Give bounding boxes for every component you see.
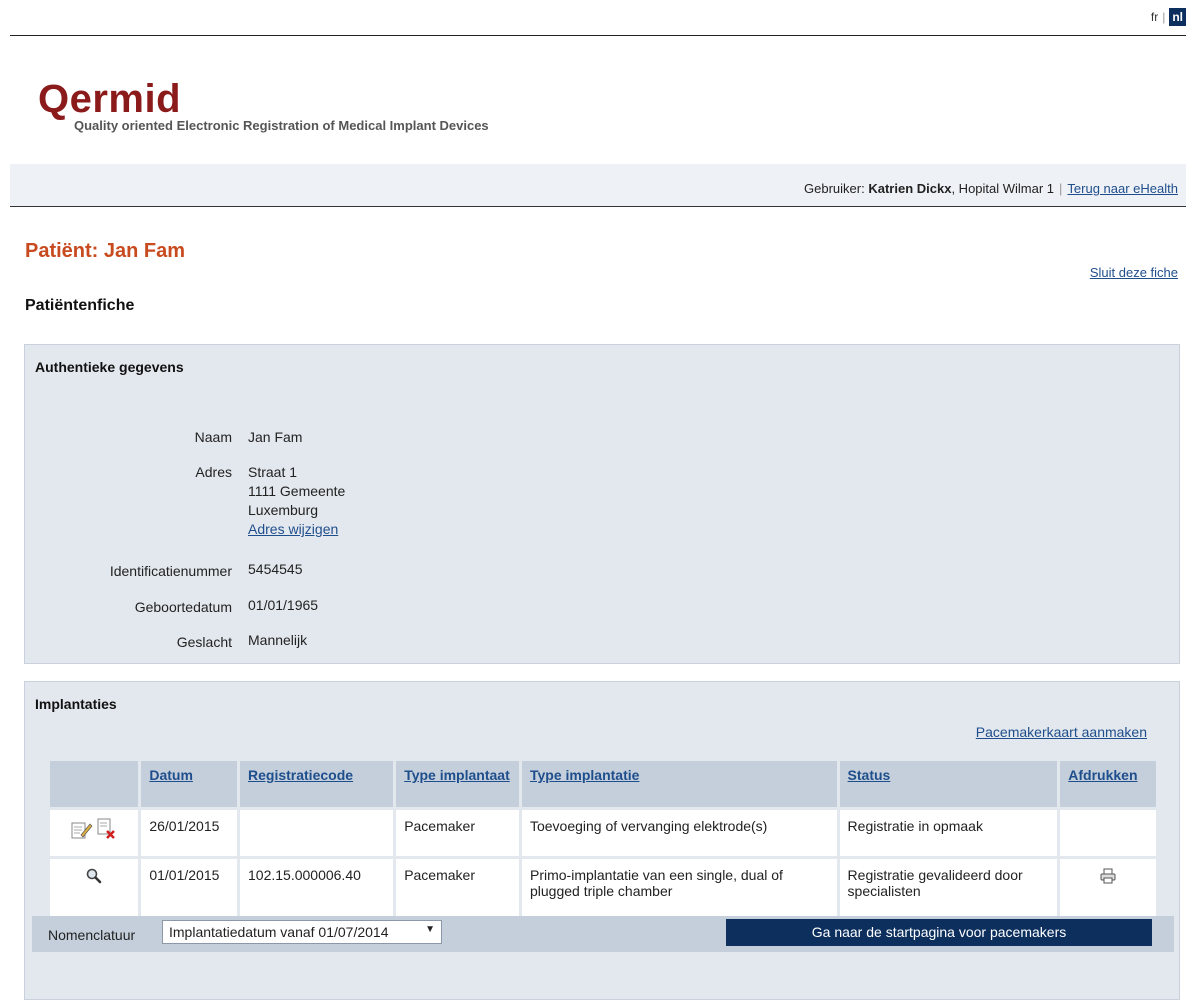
sort-code-link[interactable]: Registratiecode bbox=[248, 767, 353, 783]
afdrukken-link[interactable]: Afdrukken bbox=[1068, 767, 1137, 783]
user-info: Gebruiker: Katrien Dickx, Hopital Wilmar… bbox=[804, 181, 1178, 196]
top-divider bbox=[10, 35, 1186, 36]
fiche-title: Patiëntenfiche bbox=[25, 297, 135, 314]
adres-label: Adres bbox=[195, 464, 232, 480]
logo-title: Qermid bbox=[38, 77, 182, 121]
geboorte-value: 01/01/1965 bbox=[248, 597, 319, 613]
afdrukken-header[interactable]: Afdrukken bbox=[1060, 761, 1156, 807]
naam-value: Jan Fam bbox=[248, 429, 303, 445]
patient-title: Patiënt: Jan Fam bbox=[25, 240, 186, 262]
sort-type-implantaat-link[interactable]: Type implantaat bbox=[404, 767, 510, 783]
user-hospital: , Hopital Wilmar 1 bbox=[951, 181, 1055, 196]
user-bar: Gebruiker: Katrien Dickx, Hopital Wilmar… bbox=[10, 164, 1186, 207]
logo: Qermid Quality oriented Electronic Regis… bbox=[38, 77, 489, 133]
row-type-implantatie: Primo-implantatie van een single, dual o… bbox=[521, 859, 837, 917]
row-datum: 01/01/2015 bbox=[141, 859, 237, 917]
adres-line-2: 1111 Gemeente bbox=[248, 483, 346, 499]
id-value: 5454545 bbox=[248, 561, 303, 577]
go-to-pacemaker-start-button[interactable]: Ga naar de startpagina voor pacemakers bbox=[726, 919, 1152, 946]
authentic-data-title: Authentieke gegevens bbox=[35, 359, 184, 375]
geslacht-value: Mannelijk bbox=[248, 632, 308, 648]
row-status: Registratie gevalideerd door specialiste… bbox=[839, 859, 1058, 917]
naam-label: Naam bbox=[194, 429, 232, 445]
row-code: 102.15.000006.40 bbox=[240, 859, 394, 917]
user-name: Katrien Dickx bbox=[868, 181, 952, 196]
table-header-row: Datum Registratiecode Type implantaat Ty… bbox=[50, 761, 1156, 807]
printer-icon[interactable] bbox=[1099, 868, 1117, 888]
authentic-data-panel: Authentieke gegevens Naam Jan Fam Adres … bbox=[24, 344, 1180, 664]
delete-icon[interactable] bbox=[97, 818, 117, 843]
row-print bbox=[1060, 859, 1156, 917]
status-header[interactable]: Status bbox=[839, 761, 1058, 807]
row-type-implantaat: Pacemaker bbox=[396, 859, 519, 917]
lang-nl-link[interactable]: nl bbox=[1169, 8, 1186, 26]
userbar-separator: | bbox=[1059, 181, 1063, 196]
language-switcher: fr | nl bbox=[1151, 8, 1186, 26]
row-datum: 26/01/2015 bbox=[141, 810, 237, 856]
sort-type-implantatie-link[interactable]: Type implantatie bbox=[530, 767, 639, 783]
row-code bbox=[240, 810, 394, 856]
implantations-panel: Implantaties Pacemakerkaart aanmaken Dat… bbox=[24, 681, 1180, 1000]
row-type-implantaat: Pacemaker bbox=[396, 810, 519, 856]
row-actions bbox=[50, 810, 139, 856]
row-type-implantatie: Toevoeging of vervanging elektrode(s) bbox=[521, 810, 837, 856]
nomenclature-select-value: Implantatiedatum vanaf 01/07/2014 bbox=[169, 924, 389, 940]
implantations-table: Datum Registratiecode Type implantaat Ty… bbox=[47, 758, 1159, 920]
nomenclature-label: Nomenclatuur bbox=[48, 927, 136, 943]
back-to-ehealth-link[interactable]: Terug naar eHealth bbox=[1067, 181, 1178, 196]
adres-line-1: Straat 1 bbox=[248, 464, 298, 480]
implantations-title: Implantaties bbox=[35, 696, 117, 712]
logo-subtitle: Quality oriented Electronic Registration… bbox=[74, 118, 489, 133]
row-print bbox=[1060, 810, 1156, 856]
geslacht-label: Geslacht bbox=[176, 634, 232, 650]
user-label: Gebruiker: bbox=[804, 181, 865, 196]
type-implantaat-header[interactable]: Type implantaat bbox=[396, 761, 519, 807]
table-row: 26/01/2015 Pacemaker Toevoeging of verva… bbox=[50, 810, 1156, 856]
change-address-link[interactable]: Adres wijzigen bbox=[248, 521, 338, 537]
code-header[interactable]: Registratiecode bbox=[240, 761, 394, 807]
sort-status-link[interactable]: Status bbox=[848, 767, 891, 783]
table-row: 01/01/2015 102.15.000006.40 Pacemaker Pr… bbox=[50, 859, 1156, 917]
adres-line-3: Luxemburg bbox=[248, 502, 319, 518]
datum-header[interactable]: Datum bbox=[141, 761, 237, 807]
row-actions bbox=[50, 859, 139, 917]
geboorte-label: Geboortedatum bbox=[134, 599, 232, 615]
lang-separator: | bbox=[1162, 10, 1166, 24]
sort-datum-link[interactable]: Datum bbox=[149, 767, 193, 783]
adres-value: Straat 1 1111 Gemeente Luxemburg Adres w… bbox=[248, 463, 345, 539]
nomenclature-bar: Nomenclatuur Implantatiedatum vanaf 01/0… bbox=[32, 916, 1174, 952]
edit-icon[interactable] bbox=[71, 822, 97, 843]
chevron-down-icon: ▼ bbox=[425, 924, 435, 935]
close-fiche-link[interactable]: Sluit deze fiche bbox=[1090, 265, 1178, 280]
type-implantatie-header[interactable]: Type implantatie bbox=[521, 761, 837, 807]
actions-header bbox=[50, 761, 139, 807]
row-status: Registratie in opmaak bbox=[839, 810, 1058, 856]
id-label: Identificatienummer bbox=[109, 563, 232, 579]
nomenclature-select[interactable]: Implantatiedatum vanaf 01/07/2014 ▼ bbox=[162, 920, 442, 944]
create-pacemaker-card-link[interactable]: Pacemakerkaart aanmaken bbox=[976, 724, 1147, 740]
view-magnifier-icon[interactable] bbox=[85, 868, 103, 888]
lang-fr-link[interactable]: fr bbox=[1151, 10, 1158, 24]
